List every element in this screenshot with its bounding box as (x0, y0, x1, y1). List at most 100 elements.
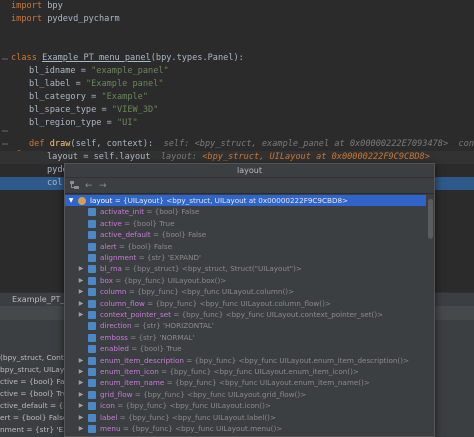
variable-value: = {bpy_func} <bpy_func UILayout.context_… (170, 310, 384, 319)
expand-right-icon[interactable]: ▶ (77, 412, 85, 423)
def-keyword: def (29, 139, 45, 149)
field-icon (88, 413, 96, 422)
variable-name: bl_rna (100, 264, 122, 274)
tree-row[interactable]: ▶ grid_flow = {bpy_func} <bpy_func UILayo… (65, 389, 426, 400)
popup-title: layout (65, 164, 434, 178)
forward-arrow-icon[interactable]: → (99, 180, 107, 192)
field-icon (88, 322, 96, 331)
tree-row[interactable]: ▶ label = {bpy_func} <bpy_func UILayout.l… (65, 412, 426, 423)
expand-right-icon[interactable]: ▶ (77, 263, 85, 274)
code-line-attr: bl_category = "Example" (29, 92, 149, 102)
tree-row[interactable]: alignment = {str} 'EXPAND' (65, 252, 426, 263)
tree-row-text: enabled = {bool} True (100, 343, 182, 354)
expand-right-icon[interactable]: ▶ (77, 400, 85, 411)
tree-row[interactable]: ▶ enum_item_icon = {bpy_func} <bpy_func U… (65, 366, 426, 377)
field-icon (88, 425, 96, 433)
variable-name: column (100, 287, 127, 297)
tree-row[interactable]: ▶ context_pointer_set = {bpy_func} <bpy_f… (65, 309, 426, 320)
tree-row[interactable]: emboss = {str} 'NORMAL' (65, 332, 426, 343)
variable-value: = {bpy_func} <bpy_func UILayout.grid_flo… (132, 389, 307, 399)
tree-row-text: enum_item_icon = {bpy_func} <bpy_func UI… (100, 366, 359, 377)
tree-row-text: layout = {UILayout} <bpy_struct, UILayou… (90, 195, 348, 206)
variable-value: = {bpy_func} UILayout.box()> (113, 275, 227, 285)
attr-name: bl_idname (29, 66, 76, 76)
scrollbar[interactable] (427, 195, 434, 436)
expand-right-icon[interactable]: ▶ (77, 423, 85, 434)
variable-name: context_pointer_set (100, 310, 171, 319)
tree-row-text: label = {bpy_func} <bpy_func UILayout.la… (100, 412, 276, 423)
field-icon (88, 345, 96, 354)
expand-down-icon[interactable]: ▼ (67, 195, 75, 206)
tree-row[interactable]: activate_init = {bool} False (65, 206, 426, 217)
tree-row[interactable]: ▶ icon = {bpy_func} <bpy_func UILayout.ic… (65, 400, 426, 411)
variable-name: enum_item_icon (100, 367, 159, 376)
code-line-attr: bl_space_type = "VIEW_3D" (29, 105, 159, 115)
tree-row[interactable]: active = {bool} True (65, 218, 426, 229)
variable-row[interactable]: (bpy_struct, Conte (0, 353, 68, 362)
variable-name: icon (100, 401, 115, 411)
back-arrow-icon[interactable]: ← (85, 180, 93, 192)
tree-row-text: active_default = {bool} False (100, 229, 206, 240)
attr-value: "Example" (101, 92, 149, 102)
field-icon (88, 242, 96, 251)
code-line-import-bpy: import bpy (0, 0, 474, 13)
tree-row[interactable]: ▶ box = {bpy_func} UILayout.box()> (65, 275, 426, 286)
tree-row-text: box = {bpy_func} UILayout.box()> (100, 275, 226, 286)
variable-row[interactable]: ert = {bool} False (0, 413, 67, 422)
variable-value: = {bool} True (128, 344, 182, 354)
tree-row[interactable]: ▶ enum_item_name = {bpy_func} <bpy_func U… (65, 377, 426, 388)
expand-right-icon[interactable]: ▶ (77, 275, 85, 286)
expand-right-icon[interactable]: ▶ (77, 298, 85, 309)
expand-right-icon[interactable]: ▶ (77, 286, 85, 297)
field-icon (88, 311, 96, 319)
variable-value: = {bool} True (121, 218, 175, 228)
expand-right-icon[interactable]: ▶ (77, 377, 85, 388)
field-icon (88, 276, 96, 285)
object-icon (78, 197, 86, 205)
tree-row[interactable]: alert = {bool} False (65, 241, 426, 252)
attr-value: "Example panel" (85, 79, 164, 89)
tree-row[interactable]: direction = {str} 'HORIZONTAL' (65, 320, 426, 331)
variable-row[interactable]: ctive = {bool} True (0, 389, 72, 398)
variable-name: layout (90, 196, 113, 205)
tree-row[interactable]: ▶ bl_rna = {bpy_struct} <bpy_struct, Stru… (65, 263, 426, 274)
tree-row-text: direction = {str} 'HORIZONTAL' (100, 320, 214, 331)
variable-name: enabled (100, 344, 129, 354)
variable-name: grid_flow (100, 389, 133, 399)
variables-tree[interactable]: ▼ layout = {UILayout} <bpy_struct, UILayo… (65, 195, 426, 436)
tree-row[interactable]: ▶ menu = {bpy_func} <bpy_func UILayout.me… (65, 423, 426, 434)
tree-row[interactable]: enabled = {bool} True (65, 343, 426, 354)
tree-row[interactable]: ▶ column = {bpy_func} <bpy_func UILayout.… (65, 286, 426, 297)
import-keyword: import (11, 1, 43, 11)
expand-right-icon[interactable]: ▶ (77, 309, 85, 320)
field-icon (88, 390, 96, 399)
code-line-attr: bl_region_type = "UI" (29, 118, 138, 128)
variable-row[interactable]: bpy_struct, UILay (0, 365, 64, 374)
tree-row[interactable]: ▶ column_flow = {bpy_func} <bpy_func UILa… (65, 298, 426, 309)
expand-right-icon[interactable]: ▶ (77, 366, 85, 377)
scrollbar-thumb[interactable] (428, 199, 433, 239)
layout-hint-value: <bpy_struct, UILayout at 0x00000222F9C9C… (202, 152, 430, 162)
layout-assignment: layout = self.layout (47, 152, 151, 162)
tree-row-text: activate_init = {bool} False (100, 206, 199, 217)
attr-name: bl_space_type (29, 105, 97, 115)
tree-row[interactable]: active_default = {bool} False (65, 229, 426, 240)
tree-row[interactable]: ▶ enum_item_description = {bpy_func} <bpy… (65, 355, 426, 366)
expand-right-icon[interactable]: ▶ (77, 389, 85, 400)
fold-marker-icon[interactable] (2, 130, 8, 132)
class-base: (bpy.types.Panel): (150, 53, 244, 63)
tree-icon[interactable] (70, 181, 79, 190)
tree-row-text: menu = {bpy_func} <bpy_func UILayout.men… (100, 423, 282, 434)
variable-name: label (100, 412, 118, 422)
variable-value: = {str} 'EXPAND' (136, 253, 201, 262)
variable-name: alert (100, 241, 117, 251)
expand-right-icon[interactable]: ▶ (77, 355, 85, 366)
variable-value: = {bool} False (144, 207, 200, 217)
variable-value: = {bpy_func} <bpy_func UILayout.label()> (117, 412, 276, 422)
tree-row-text: alert = {bool} False (100, 241, 172, 252)
tree-row-selected[interactable]: ▼ layout = {UILayout} <bpy_struct, UILayo… (65, 195, 426, 207)
tree-row-text: enum_item_name = {bpy_func} <bpy_func UI… (100, 377, 370, 388)
variable-value: = {bpy_func} <bpy_func UILayout.column()… (126, 287, 295, 297)
field-icon (88, 208, 96, 217)
field-icon (88, 379, 96, 388)
